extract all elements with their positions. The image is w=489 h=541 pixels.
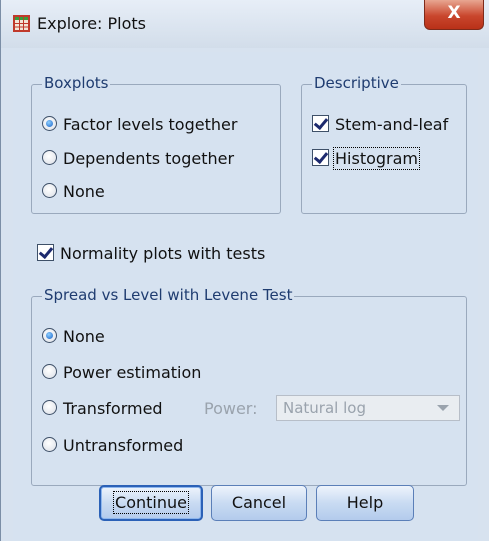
cancel-button[interactable]: Cancel bbox=[211, 485, 307, 521]
window-title: Explore: Plots bbox=[37, 14, 147, 33]
spread-legend: Spread vs Level with Levene Test bbox=[42, 286, 295, 304]
radio-label: None bbox=[63, 327, 105, 346]
spss-app-icon bbox=[13, 15, 30, 32]
checkbox-stem-and-leaf[interactable]: Stem-and-leaf bbox=[312, 115, 448, 134]
radio-icon[interactable] bbox=[42, 400, 57, 415]
power-label: Power: bbox=[204, 399, 258, 418]
continue-button-label: Continue bbox=[113, 491, 189, 514]
radio-icon[interactable] bbox=[42, 150, 57, 165]
close-button[interactable]: X bbox=[424, 0, 484, 30]
descriptive-group: Descriptive Stem-and-leaf Histogram bbox=[301, 74, 467, 214]
radio-power-estimation[interactable]: Power estimation bbox=[42, 363, 201, 382]
checkbox-checked-icon[interactable] bbox=[312, 115, 329, 132]
checkbox-normality-plots[interactable]: Normality plots with tests bbox=[37, 244, 265, 263]
spread-vs-level-group: Spread vs Level with Levene Test None Po… bbox=[31, 286, 467, 486]
radio-icon[interactable] bbox=[42, 183, 57, 198]
checkbox-checked-icon[interactable] bbox=[312, 149, 329, 166]
boxplots-legend: Boxplots bbox=[42, 74, 111, 92]
power-select-value: Natural log bbox=[283, 399, 366, 417]
title-bar[interactable]: Explore: Plots X bbox=[1, 0, 489, 48]
chevron-down-icon bbox=[437, 405, 449, 411]
checkbox-histogram[interactable]: Histogram bbox=[312, 147, 420, 170]
radio-dependents-together[interactable]: Dependents together bbox=[42, 149, 234, 168]
radio-icon[interactable] bbox=[42, 364, 57, 379]
checkbox-label: Stem-and-leaf bbox=[335, 115, 449, 134]
radio-label: None bbox=[63, 182, 105, 201]
radio-label: Dependents together bbox=[63, 149, 235, 168]
descriptive-legend: Descriptive bbox=[312, 74, 401, 92]
dialog-body: Boxplots Factor levels together Dependen… bbox=[13, 52, 478, 541]
help-button[interactable]: Help bbox=[316, 485, 414, 521]
checkbox-checked-icon[interactable] bbox=[37, 244, 54, 261]
radio-label: Untransformed bbox=[63, 436, 184, 455]
cancel-button-label: Cancel bbox=[231, 493, 287, 512]
radio-untransformed[interactable]: Untransformed bbox=[42, 436, 183, 455]
power-select[interactable]: Natural log bbox=[276, 395, 460, 421]
radio-label: Factor levels together bbox=[63, 115, 238, 134]
continue-button[interactable]: Continue bbox=[99, 485, 203, 521]
radio-selected-icon[interactable] bbox=[42, 116, 57, 131]
explore-plots-dialog: Explore: Plots X Boxplots Factor levels … bbox=[0, 0, 489, 541]
radio-icon[interactable] bbox=[42, 437, 57, 452]
radio-spread-none[interactable]: None bbox=[42, 327, 105, 346]
boxplots-group: Boxplots Factor levels together Dependen… bbox=[31, 74, 281, 214]
help-button-label: Help bbox=[346, 493, 384, 512]
radio-selected-icon[interactable] bbox=[42, 328, 57, 343]
radio-label: Power estimation bbox=[63, 363, 202, 382]
radio-boxplots-none[interactable]: None bbox=[42, 182, 105, 201]
radio-transformed[interactable]: Transformed bbox=[42, 399, 163, 418]
checkbox-label: Normality plots with tests bbox=[60, 244, 266, 263]
radio-label: Transformed bbox=[63, 399, 163, 418]
checkbox-label: Histogram bbox=[333, 147, 420, 170]
close-icon: X bbox=[447, 3, 461, 23]
radio-factor-levels-together[interactable]: Factor levels together bbox=[42, 115, 237, 134]
